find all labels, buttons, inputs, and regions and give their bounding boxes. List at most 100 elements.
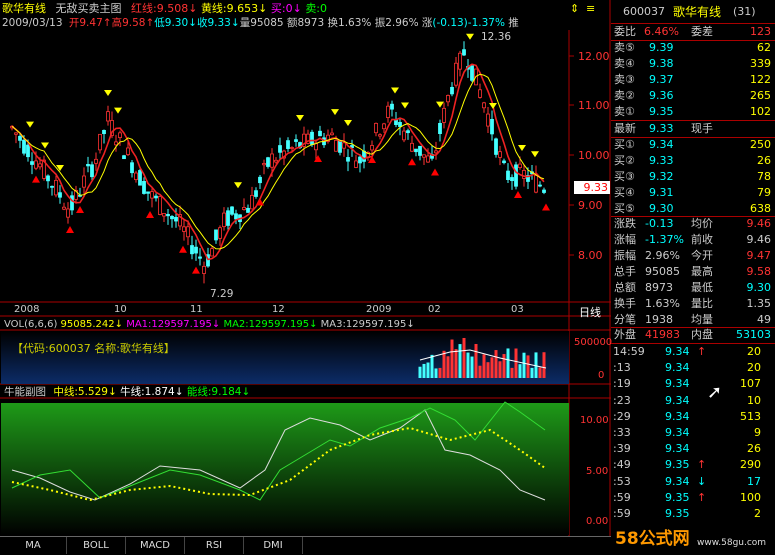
cursor-arrow-icon: ➚ [707,382,723,403]
stat-value: 95085 [645,265,680,278]
arrow-down-icon: ↓ [188,17,197,29]
candle-body [318,130,322,137]
ask-row[interactable]: 卖① 9.35 102 [611,104,775,120]
volume-bar [458,344,462,378]
volume-bar [486,362,490,378]
tick-row: :59 9.35 ↑ 100 [611,490,775,506]
ask-row[interactable]: 卖⑤ 9.39 62 [611,40,775,56]
ask-price: 9.36 [649,89,674,102]
tick-price: 9.34 [665,345,690,358]
bid-row[interactable]: 买① 9.34 250 [611,137,775,153]
bid-row[interactable]: 买⑤ 9.30 638 [611,201,775,217]
bid-price: 9.31 [649,186,674,199]
candle-body [478,89,482,98]
volume-bar [542,352,546,378]
stock-name: 歌华有线 [2,2,46,15]
ask-label: 卖④ [614,57,635,70]
stat-value: 9.30 [746,281,772,294]
amount-value: 8973 [297,17,325,29]
period-label[interactable]: 日线 [579,304,601,320]
candle-body [230,206,234,215]
energy-line-label: 能线: [186,386,212,398]
tick-row: :29 9.34 513 [611,409,775,425]
tick-time: 14:59 [613,345,645,358]
date-label: 02 [428,304,441,315]
candle-body [258,176,262,184]
candle-body [534,175,538,193]
stat-label: 总额 [614,281,636,294]
stat-label: 换手 [614,297,636,310]
candle-body [490,118,494,135]
candle-body [106,111,110,122]
stat-value: 9.46 [746,217,772,230]
volume-bar [422,363,426,378]
arrow-down-icon: ↓ [292,2,302,15]
candle-body [102,129,106,135]
tick-volume: 20 [747,345,761,358]
bid-volume: 78 [757,170,771,183]
tab-boll[interactable]: BOLL [67,537,126,554]
inner-value: 53103 [736,328,771,341]
candle-body [486,113,490,127]
arrow-down-icon: ↓ [241,386,251,398]
volume-bar [526,355,530,378]
candle-body [194,246,198,254]
tab-ma[interactable]: MA [0,537,67,554]
stat-label: 最高 [691,265,713,278]
stat-label: 涨跌 [614,217,636,230]
tab-rsi[interactable]: RSI [185,537,244,554]
candle-body [54,179,58,196]
tick-price: 9.34 [665,474,690,488]
tick-volume: 20 [747,361,761,375]
bid-label: 买② [614,154,635,167]
bid-row[interactable]: 买② 9.33 26 [611,153,775,169]
date-label: 03 [511,304,524,315]
volume-bar [522,352,526,378]
candle-body [450,86,454,95]
candle-body [210,248,214,257]
ask-row[interactable]: 卖③ 9.37 122 [611,72,775,88]
bid-label: 买⑤ [614,202,635,215]
candle-body [346,157,350,162]
bid-row[interactable]: 买③ 9.32 78 [611,169,775,185]
price-axis-label: 11.00 [578,99,610,112]
ask-volume: 102 [750,105,771,118]
stat-row: 涨幅 -1.37% 前收 9.46 [611,232,775,248]
stat-label: 今开 [691,249,713,262]
candle-body [390,103,394,110]
ask-label: 卖③ [614,73,635,86]
candle-body [334,139,338,152]
ask-row[interactable]: 卖④ 9.38 339 [611,56,775,72]
ask-row[interactable]: 卖② 9.36 265 [611,88,775,104]
candle-body [242,206,246,210]
candle-body [166,213,170,217]
candle-body [234,213,238,220]
volume-bar [518,364,522,378]
stat-value: 2.96% [645,249,680,262]
candle-body [542,189,546,193]
menu-icon[interactable]: ≡ [586,3,595,15]
stat-row: 总额 8973 最低 9.30 [611,280,775,296]
candle-body [186,226,190,238]
tab-dmi[interactable]: DMI [244,537,303,554]
change-label: 涨 [421,17,433,29]
candle-body [410,142,414,152]
candle-body [218,227,222,239]
bull-line-value: 1.874 [144,386,175,398]
stat-label: 均量 [691,313,713,326]
ask-label: 卖① [614,105,635,118]
yellow-line-label: 黄线: [200,2,227,15]
candle-body [446,94,450,103]
ask-price: 9.38 [649,57,674,70]
amplitude-value: 2.96% [385,17,419,29]
amount-label: 额 [286,17,298,29]
tab-macd[interactable]: MACD [126,537,185,554]
bid-row[interactable]: 买④ 9.31 79 [611,185,775,201]
candle-body [510,177,514,182]
candle-body [454,62,458,86]
sell-label: 卖: [305,2,321,15]
candle-body [338,140,342,153]
candle-body [342,142,346,149]
up-down-arrows-icon[interactable]: ⇕ [570,3,579,15]
tick-direction: ↑ [697,490,707,504]
